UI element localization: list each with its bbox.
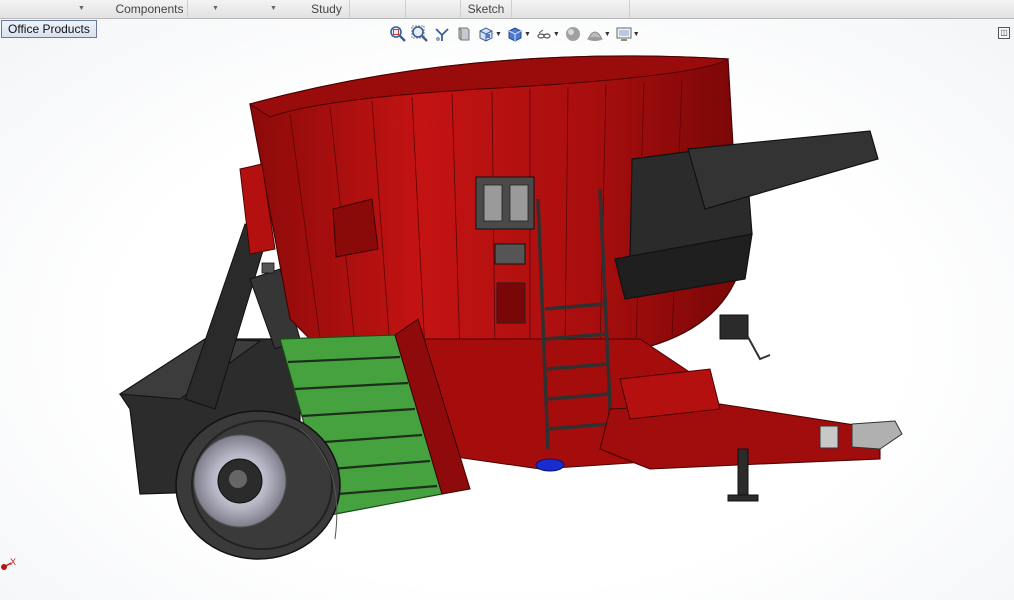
wheel <box>175 410 341 560</box>
graphics-viewport[interactable]: Office Products ▼ ▼ ▼ ▼ ▼ ◫ X <box>0 19 1014 600</box>
tab-sketch-label: Sketch <box>467 2 505 16</box>
tab-blank[interactable] <box>350 0 406 18</box>
tab-study[interactable]: Study <box>304 0 350 18</box>
reference-triad: X <box>0 557 20 577</box>
tab-components-label: Components <box>115 2 184 16</box>
tab-sketch[interactable]: Sketch <box>460 0 512 18</box>
tab-study-label: Study <box>311 2 342 16</box>
command-manager-tabs: ▼ Components ▼ ▼ Study Sketch <box>0 0 1014 19</box>
chevron-down-icon[interactable]: ▼ <box>78 0 85 18</box>
discharge-chute <box>614 130 879 300</box>
tab-components[interactable]: Components <box>112 0 188 18</box>
triad-x-label: X <box>10 557 17 567</box>
feed-mixer-model[interactable] <box>0 19 1014 600</box>
chevron-down-icon[interactable]: ▼ <box>212 0 219 18</box>
tab-blank-2[interactable] <box>570 0 630 18</box>
drawbar <box>599 368 903 470</box>
chevron-down-icon[interactable]: ▼ <box>270 0 277 18</box>
